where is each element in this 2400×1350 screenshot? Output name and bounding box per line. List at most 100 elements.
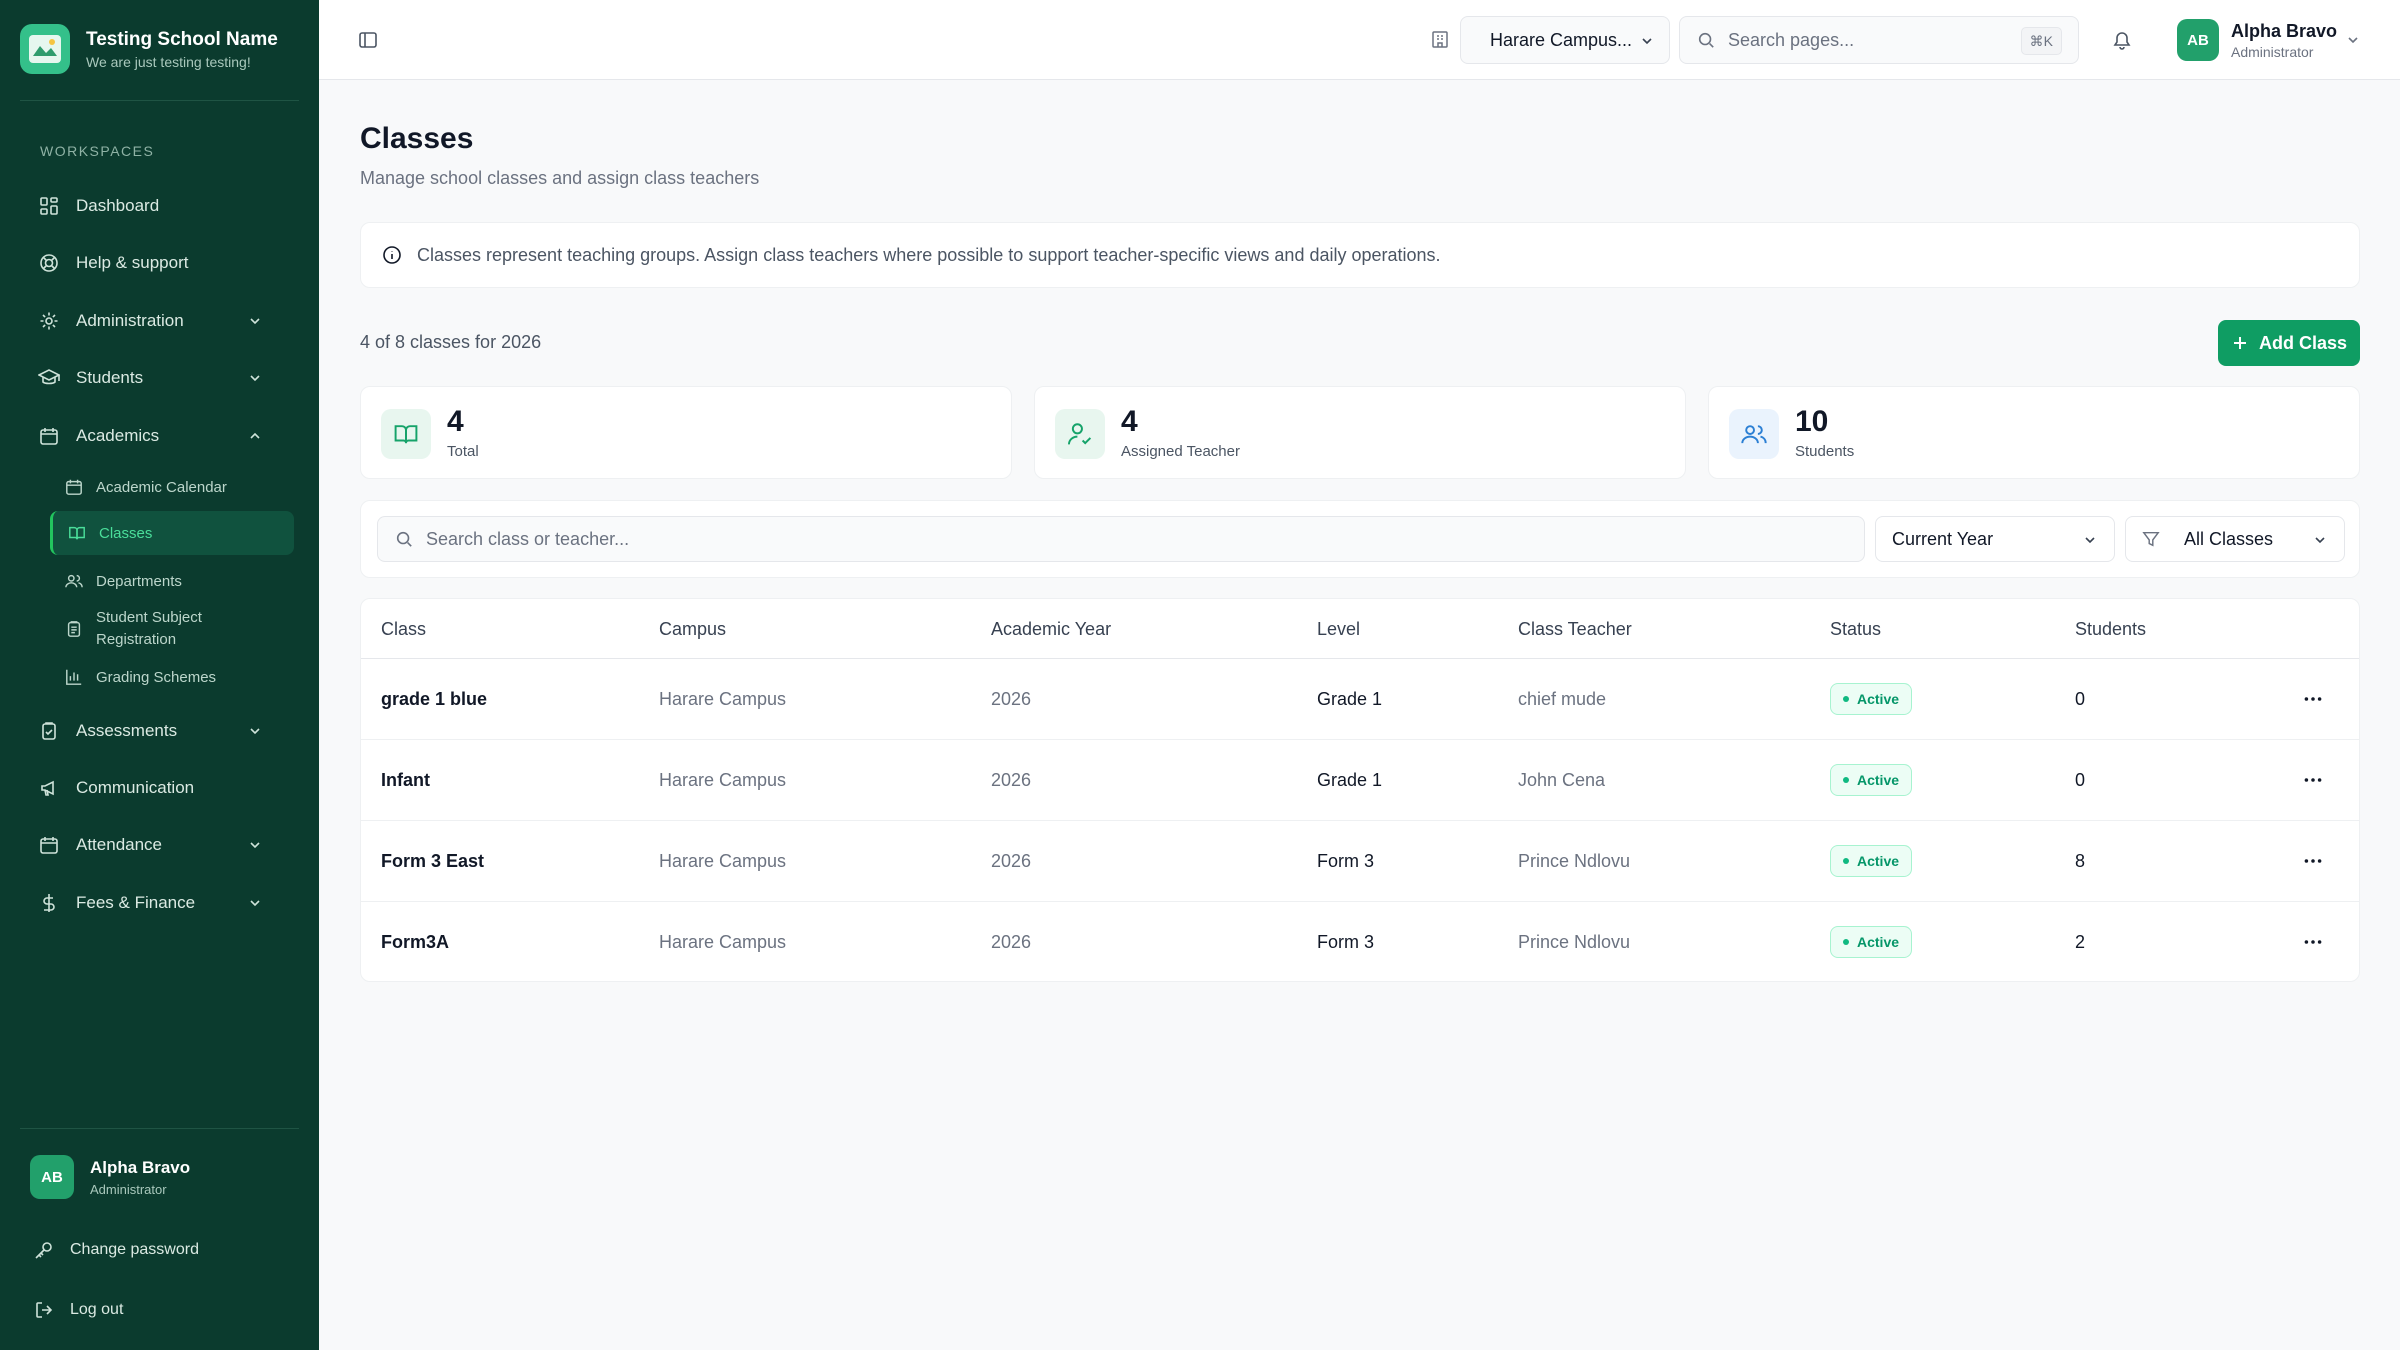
cell-class-teacher: John Cena: [1518, 769, 1606, 790]
calendar-icon: [38, 834, 60, 856]
sidebar-subitem-classes[interactable]: Classes: [50, 511, 294, 555]
page-search-input[interactable]: Search pages... ⌘K: [1679, 16, 2079, 64]
clipboard-check-icon: [38, 720, 60, 742]
stat-card-total: 4 Total: [360, 386, 1012, 479]
sidebar-item-attendance[interactable]: Attendance: [20, 822, 294, 868]
school-name: Testing School Name: [86, 28, 278, 50]
column-header-class-teacher[interactable]: Class Teacher: [1518, 599, 1632, 659]
sidebar-item-assessments[interactable]: Assessments: [20, 708, 294, 754]
filter-icon: [2142, 530, 2160, 548]
column-header-students[interactable]: Students: [2075, 599, 2146, 659]
class-count: 4 of 8 classes for 2026: [360, 332, 542, 352]
sidebar-subitem-label: Departments: [96, 572, 182, 590]
stat-card-students: 10 Students: [1708, 386, 2360, 479]
status-text: Active: [1857, 772, 1900, 788]
column-header-level[interactable]: Level: [1317, 599, 1360, 659]
cell-students: 2: [2075, 931, 2086, 952]
user-check-icon: [1055, 409, 1105, 459]
sidebar-subitem-label: Student Subject Registration: [96, 608, 202, 649]
bell-icon[interactable]: [2111, 29, 2133, 51]
sidebar-item-students[interactable]: Students: [20, 355, 294, 401]
chevron-down-icon: [246, 369, 264, 387]
sidebar-subitem-departments[interactable]: Departments: [50, 559, 294, 603]
cell-academic-year: 2026: [991, 850, 1032, 871]
chevron-down-icon[interactable]: [2345, 32, 2361, 48]
calendar-icon: [64, 477, 84, 497]
page-subtitle: Manage school classes and assign class t…: [360, 168, 760, 188]
building-icon: [1430, 29, 1450, 49]
sidebar-toggle-icon[interactable]: [357, 29, 379, 51]
more-horizontal-icon[interactable]: [2301, 849, 2325, 873]
chevron-down-icon: [246, 836, 264, 854]
column-header-academic-year[interactable]: Academic Year: [991, 599, 1111, 659]
sidebar-item-fees-finance[interactable]: Fees & Finance: [20, 880, 294, 926]
cell-level: Grade 1: [1317, 769, 1383, 790]
school-tagline: We are just testing testing!: [86, 53, 251, 70]
calendar-icon: [38, 425, 60, 447]
status-badge: Active: [1830, 845, 1913, 877]
search-icon: [394, 529, 414, 549]
sidebar-subitem-grading-schemes[interactable]: Grading Schemes: [50, 655, 294, 699]
sidebar-item-administration[interactable]: Administration: [20, 298, 294, 344]
logout-icon: [34, 1300, 54, 1320]
school-logo: [20, 24, 70, 74]
table-row[interactable]: Form 3 East Harare Campus 2026 Form 3 Pr…: [361, 821, 2359, 902]
column-header-status[interactable]: Status: [1830, 599, 1881, 659]
cell-level: Grade 1: [1317, 688, 1383, 709]
year-filter-select[interactable]: Current Year: [1875, 516, 2115, 562]
clipboard-list-icon: [64, 619, 84, 639]
table-row[interactable]: grade 1 blue Harare Campus 2026 Grade 1 …: [361, 659, 2359, 740]
sidebar-item-dashboard[interactable]: Dashboard: [20, 183, 294, 229]
add-class-label: Add Class: [2258, 332, 2348, 353]
sidebar-subitem-label: Academic Calendar: [96, 478, 227, 496]
topbar-user-menu[interactable]: AB Alpha Bravo Administrator: [2177, 19, 2337, 61]
cell-students: 0: [2075, 688, 2086, 709]
cell-status: Active: [1830, 659, 1913, 739]
cell-class: grade 1 blue: [381, 688, 488, 709]
campus-selector[interactable]: Harare Campus...: [1460, 16, 1670, 64]
status-dot: [1843, 777, 1849, 783]
logout-label: Log out: [70, 1301, 124, 1318]
sidebar-user[interactable]: AB Alpha Bravo Administrator: [30, 1155, 190, 1199]
table-row[interactable]: Infant Harare Campus 2026 Grade 1 John C…: [361, 740, 2359, 821]
chevron-up-icon: [246, 427, 264, 445]
more-horizontal-icon[interactable]: [2301, 687, 2325, 711]
filter-bar: Search class or teacher... Current Year …: [360, 500, 2360, 578]
logout-link[interactable]: Log out: [34, 1300, 123, 1320]
more-horizontal-icon[interactable]: [2301, 768, 2325, 792]
brand[interactable]: Testing School Name We are just testing …: [20, 24, 278, 74]
add-class-button[interactable]: Add Class: [2218, 320, 2360, 366]
search-icon: [1696, 30, 1716, 50]
sidebar-item-label: Help & support: [76, 253, 189, 272]
chevron-down-icon: [2312, 532, 2328, 548]
classes-table: Class Campus Academic Year Level Class T…: [360, 598, 2360, 982]
chevron-down-icon: [246, 722, 264, 740]
cell-level: Form 3: [1317, 850, 1375, 871]
sidebar-item-communication[interactable]: Communication: [20, 765, 294, 811]
sidebar-item-help[interactable]: Help & support: [20, 240, 294, 286]
status-dot: [1843, 858, 1849, 864]
topbar: Harare Campus... Search pages... ⌘K AB A…: [319, 0, 2400, 80]
class-filter-select[interactable]: All Classes: [2125, 516, 2345, 562]
bar-chart-icon: [64, 667, 84, 687]
chevron-down-icon: [246, 312, 264, 330]
column-header-class[interactable]: Class: [381, 599, 426, 659]
change-password-label: Change password: [70, 1241, 199, 1258]
stat-label: Total: [447, 443, 479, 460]
gear-icon: [38, 310, 60, 332]
key-icon: [34, 1240, 54, 1260]
avatar: AB: [30, 1155, 74, 1199]
more-horizontal-icon[interactable]: [2301, 930, 2325, 954]
status-text: Active: [1857, 691, 1900, 707]
sidebar-subitem-academic-calendar[interactable]: Academic Calendar: [50, 465, 294, 509]
status-text: Active: [1857, 934, 1900, 950]
status-text: Active: [1857, 853, 1900, 869]
sidebar-subitem-student-subject-registration[interactable]: Student Subject Registration: [50, 603, 294, 655]
sidebar-item-academics[interactable]: Academics: [20, 413, 294, 459]
table-row[interactable]: Form3A Harare Campus 2026 Form 3 Prince …: [361, 902, 2359, 981]
change-password-link[interactable]: Change password: [34, 1240, 199, 1260]
avatar: AB: [2177, 19, 2219, 61]
class-search-input[interactable]: Search class or teacher...: [377, 516, 1865, 562]
user-role: Administrator: [2231, 43, 2314, 60]
column-header-campus[interactable]: Campus: [659, 599, 726, 659]
